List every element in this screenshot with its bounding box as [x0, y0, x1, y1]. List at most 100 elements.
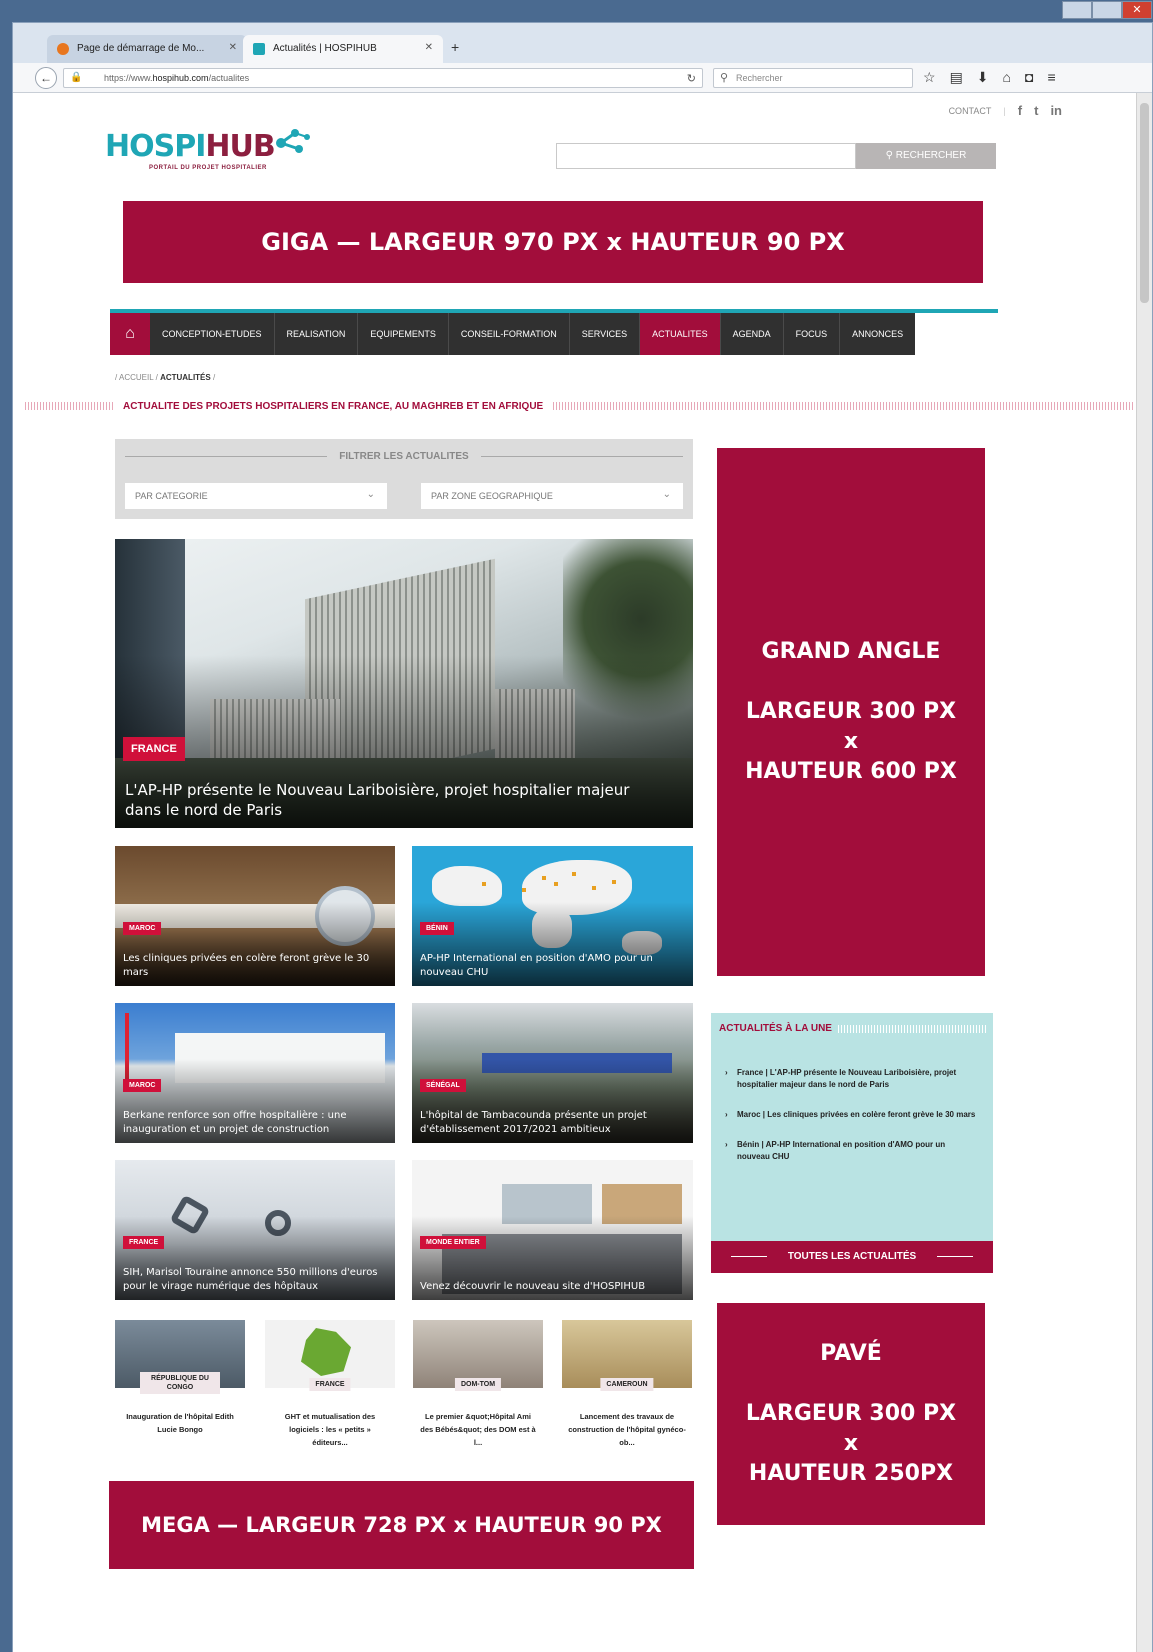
ad-mega-banner[interactable]: MEGA — LARGEUR 728 PX x HAUTEUR 90 PX — [109, 1481, 694, 1569]
breadcrumb-home[interactable]: / ACCUEIL / — [115, 373, 158, 382]
site-search-input[interactable] — [556, 143, 856, 169]
ad-pave[interactable]: PAVÉ LARGEUR 300 PX x HAUTEUR 250PX — [717, 1303, 985, 1525]
mini-article-card[interactable]: DOM-TOM Le premier &quot;Hôpital Ami des… — [413, 1320, 543, 1482]
top-news-item[interactable]: France | L'AP-HP présente le Nouveau Lar… — [725, 1067, 977, 1091]
browser-search-bar[interactable]: ⚲ Rechercher — [713, 68, 913, 88]
country-badge[interactable]: CAMEROUN — [600, 1378, 654, 1391]
contact-link[interactable]: CONTACT — [949, 106, 992, 116]
country-badge[interactable]: FRANCE — [309, 1378, 351, 1391]
maximize-button[interactable] — [1092, 1, 1122, 19]
mini-article-title[interactable]: GHT et mutualisation des logiciels : les… — [271, 1410, 389, 1449]
top-news-item[interactable]: Maroc | Les cliniques privées en colère … — [725, 1109, 977, 1121]
back-button[interactable]: ← — [35, 67, 57, 89]
bookmark-star-icon[interactable]: ☆ — [923, 69, 936, 86]
search-button-label: RECHERCHER — [895, 150, 967, 161]
article-card[interactable]: BÉNIN AP-HP International en position d'… — [412, 846, 693, 986]
mini-article-card[interactable]: FRANCE GHT et mutualisation des logiciel… — [265, 1320, 395, 1482]
zone-select[interactable]: PAR ZONE GEOGRAPHIQUE ⌄ — [421, 483, 683, 509]
close-tab-icon[interactable]: ✕ — [229, 42, 237, 53]
facebook-icon[interactable]: f — [1018, 103, 1022, 118]
tab-actualites[interactable]: Actualités | HOSPIHUB ✕ — [243, 35, 443, 63]
article-card[interactable]: FRANCE SIH, Marisol Touraine annonce 550… — [115, 1160, 395, 1300]
home-browser-icon[interactable]: ⌂ — [1003, 69, 1011, 86]
country-badge[interactable]: RÉPUBLIQUE DU CONGO — [140, 1372, 220, 1394]
home-icon[interactable]: ⌂ — [110, 313, 150, 355]
mini-article-title[interactable]: Inauguration de l'hôpital Edith Lucie Bo… — [121, 1410, 239, 1436]
url-bar[interactable]: 🔒 https://www.hospihub.com/actualites ↻ — [63, 68, 703, 88]
new-tab-button[interactable]: + — [451, 39, 459, 55]
hospihub-favicon-icon — [253, 43, 265, 55]
nav-agenda[interactable]: AGENDA — [720, 313, 784, 355]
article-title[interactable]: AP-HP International en position d'AMO po… — [420, 952, 685, 980]
article-card[interactable]: MAROC Berkane renforce son offre hospita… — [115, 1003, 395, 1143]
article-card[interactable]: MONDE ENTIER Venez découvrir le nouveau … — [412, 1160, 693, 1300]
article-title[interactable]: Berkane renforce son offre hospitalière … — [123, 1109, 388, 1137]
site-logo[interactable]: HOSPIHUB PORTAIL DU PROJET HOSPITALIER — [105, 129, 310, 171]
country-badge[interactable]: MAROC — [123, 1079, 162, 1092]
logo-molecule-icon — [276, 129, 310, 153]
nav-services[interactable]: SERVICES — [569, 313, 641, 355]
main-navigation: ⌂ CONCEPTION-ETUDES REALISATION EQUIPEME… — [110, 309, 998, 355]
country-badge[interactable]: BÉNIN — [420, 922, 454, 935]
mini-article-title[interactable]: Lancement des travaux de construction de… — [568, 1410, 686, 1449]
ad-grand-line3: x — [843, 729, 859, 754]
filter-title: FILTRER LES ACTUALITES — [339, 451, 469, 462]
featured-title[interactable]: L'AP-HP présente le Nouveau Lariboisière… — [125, 780, 665, 820]
ad-grand-line2: LARGEUR 300 PX — [745, 699, 957, 724]
featured-article[interactable]: FRANCE L'AP-HP présente le Nouveau Larib… — [115, 539, 693, 828]
close-tab-icon[interactable]: ✕ — [425, 42, 433, 53]
country-badge[interactable]: SÉNÉGAL — [420, 1079, 466, 1092]
all-news-button[interactable]: TOUTES LES ACTUALITÉS — [711, 1241, 993, 1273]
mini-article-card[interactable]: RÉPUBLIQUE DU CONGO Inauguration de l'hô… — [115, 1320, 245, 1482]
category-select-value: PAR CATEGORIE — [135, 491, 208, 501]
article-title[interactable]: L'hôpital de Tambacounda présente un pro… — [420, 1109, 685, 1137]
ad-giga-banner[interactable]: GIGA — LARGEUR 970 PX x HAUTEUR 90 PX — [123, 201, 983, 283]
url-host: hospihub.com — [152, 73, 209, 83]
nav-equipements[interactable]: EQUIPEMENTS — [358, 313, 449, 355]
breadcrumb-current: ACTUALITÉS — [160, 373, 211, 382]
category-select[interactable]: PAR CATEGORIE ⌄ — [125, 483, 387, 509]
nav-actualites[interactable]: ACTUALITES — [640, 313, 721, 355]
minimize-button[interactable] — [1062, 1, 1092, 19]
chevron-down-icon: ⌄ — [662, 489, 671, 500]
firefox-icon — [57, 43, 69, 55]
linkedin-icon[interactable]: in — [1050, 103, 1062, 118]
country-badge[interactable]: MONDE ENTIER — [420, 1236, 486, 1249]
pocket-icon[interactable]: ◘ — [1025, 69, 1033, 86]
ad-mega-text: MEGA — LARGEUR 728 PX x HAUTEUR 90 PX — [141, 1513, 662, 1537]
vertical-scrollbar[interactable] — [1136, 93, 1152, 1652]
article-title[interactable]: Les cliniques privées en colère feront g… — [123, 952, 388, 980]
scrollbar-thumb[interactable] — [1140, 103, 1149, 303]
country-badge[interactable]: FRANCE — [123, 1236, 165, 1249]
top-news-item[interactable]: Bénin | AP-HP International en position … — [725, 1139, 977, 1163]
article-card[interactable]: SÉNÉGAL L'hôpital de Tambacounda présent… — [412, 1003, 693, 1143]
country-badge[interactable]: MAROC — [123, 922, 162, 935]
ad-pave-line4: HAUTEUR 250PX — [748, 1461, 954, 1486]
close-window-button[interactable]: ✕ — [1122, 1, 1152, 19]
ad-giga-text: GIGA — LARGEUR 970 PX x HAUTEUR 90 PX — [261, 228, 845, 256]
library-icon[interactable]: ▤ — [950, 69, 963, 86]
reload-icon[interactable]: ↻ — [687, 72, 696, 85]
mini-article-title[interactable]: Le premier &quot;Hôpital Ami des Bébés&q… — [419, 1410, 537, 1449]
nav-realisation[interactable]: REALISATION — [274, 313, 359, 355]
ad-grand-angle[interactable]: GRAND ANGLE LARGEUR 300 PX x HAUTEUR 600… — [717, 448, 985, 976]
download-icon[interactable]: ⬇ — [977, 69, 989, 86]
article-title[interactable]: Venez découvrir le nouveau site d'HOSPIH… — [420, 1280, 685, 1294]
mini-article-card[interactable]: CAMEROUN Lancement des travaux de constr… — [562, 1320, 692, 1482]
nav-conseil-formation[interactable]: CONSEIL-FORMATION — [448, 313, 570, 355]
country-badge[interactable]: FRANCE — [123, 737, 185, 761]
nav-focus[interactable]: FOCUS — [783, 313, 841, 355]
search-icon: ⚲ — [720, 72, 729, 84]
article-card[interactable]: MAROC Les cliniques privées en colère fe… — [115, 846, 395, 986]
nav-conception-etudes[interactable]: CONCEPTION-ETUDES — [150, 313, 275, 355]
tab-start-page[interactable]: Page de démarrage de Mo... ✕ — [47, 35, 247, 63]
lock-icon: 🔒 — [70, 72, 83, 83]
twitter-icon[interactable]: t — [1034, 103, 1038, 118]
ad-pave-line3: x — [843, 1431, 859, 1456]
site-search-button[interactable]: ⚲ RECHERCHER — [856, 143, 996, 169]
article-title[interactable]: SIH, Marisol Touraine annonce 550 millio… — [123, 1266, 388, 1294]
menu-icon[interactable]: ≡ — [1047, 69, 1055, 86]
nav-annonces[interactable]: ANNONCES — [840, 313, 916, 355]
country-badge[interactable]: DOM-TOM — [454, 1378, 502, 1391]
browser-search-placeholder: Rechercher — [736, 73, 783, 83]
